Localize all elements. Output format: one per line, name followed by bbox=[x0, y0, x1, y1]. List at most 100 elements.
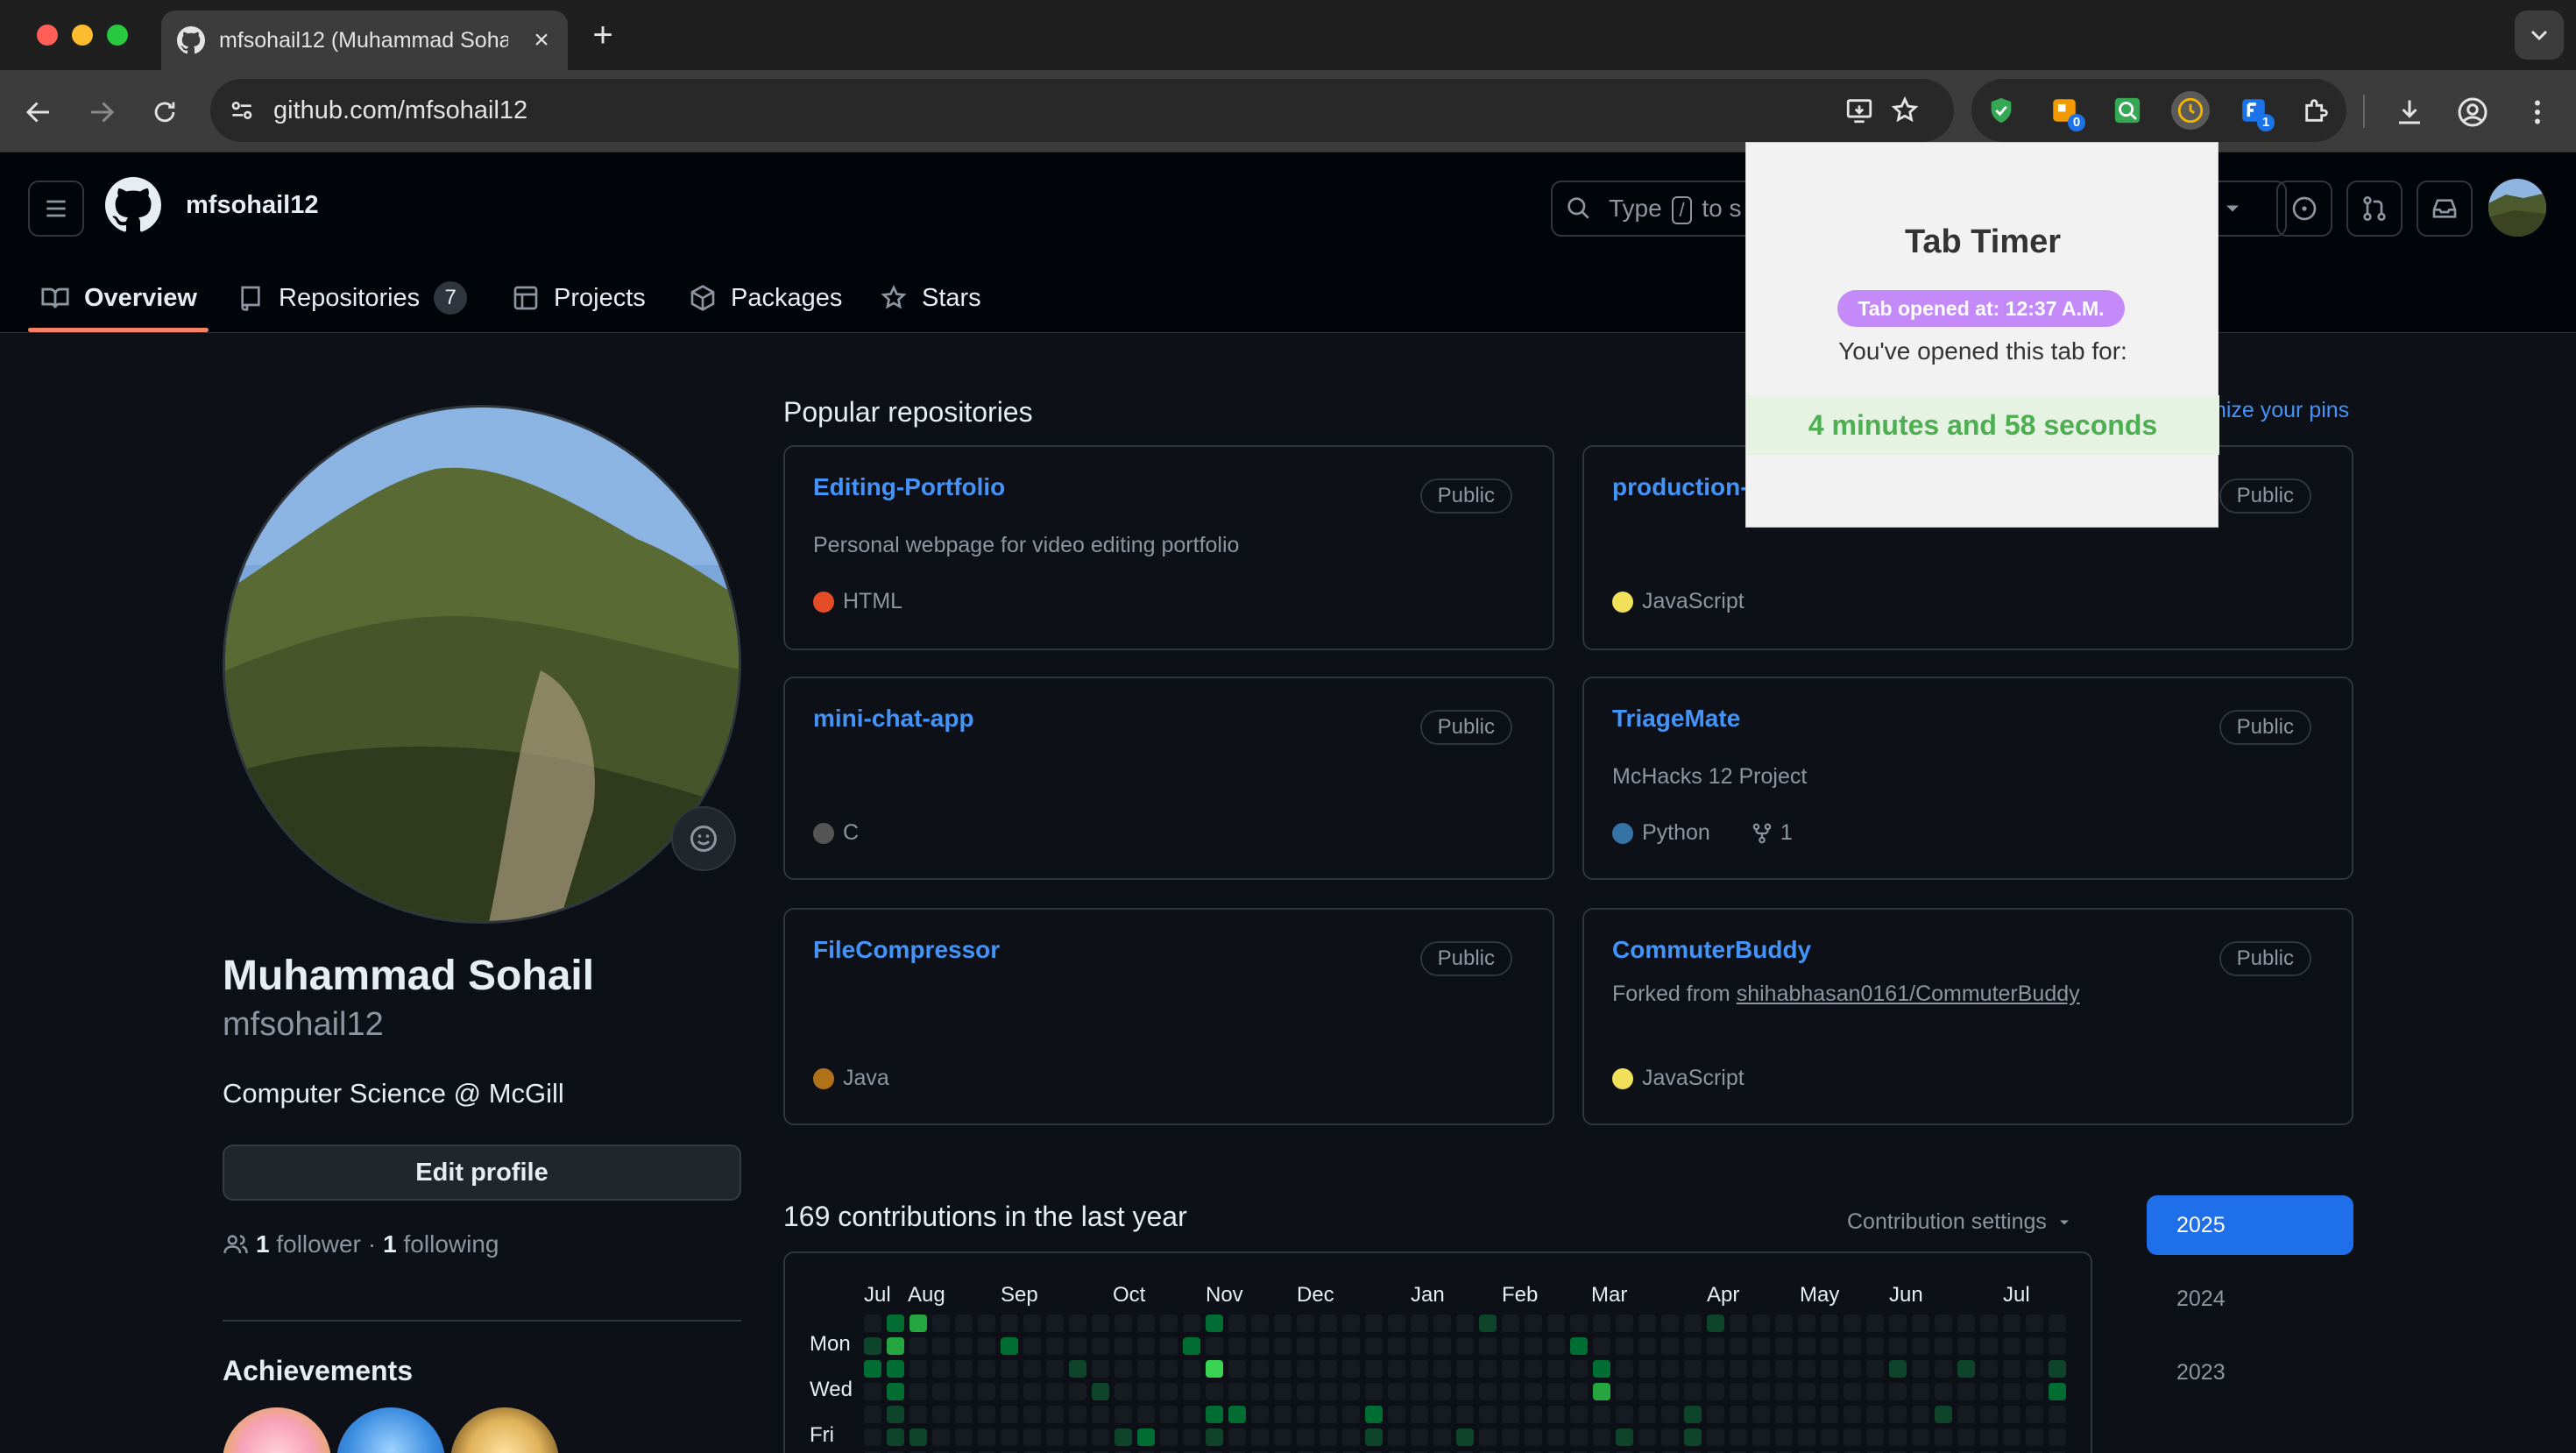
contribution-day-cell[interactable] bbox=[1342, 1428, 1360, 1446]
contribution-day-cell[interactable] bbox=[1342, 1406, 1360, 1423]
contribution-day-cell[interactable] bbox=[1115, 1337, 1132, 1355]
contribution-day-cell[interactable] bbox=[1821, 1406, 1838, 1423]
contribution-day-cell[interactable] bbox=[1798, 1428, 1815, 1446]
contribution-day-cell[interactable] bbox=[1001, 1428, 1018, 1446]
contribution-day-cell[interactable] bbox=[1456, 1337, 1474, 1355]
contribution-day-cell[interactable] bbox=[1935, 1428, 1952, 1446]
contribution-day-cell[interactable] bbox=[1411, 1383, 1428, 1400]
contribution-day-cell[interactable] bbox=[1798, 1406, 1815, 1423]
contribution-day-cell[interactable] bbox=[932, 1337, 950, 1355]
contribution-day-cell[interactable] bbox=[2049, 1406, 2066, 1423]
contribution-day-cell[interactable] bbox=[1251, 1383, 1269, 1400]
contribution-day-cell[interactable] bbox=[1935, 1383, 1952, 1400]
contribution-day-cell[interactable] bbox=[2026, 1337, 2043, 1355]
contribution-day-cell[interactable] bbox=[1479, 1383, 1497, 1400]
contribution-day-cell[interactable] bbox=[1069, 1428, 1086, 1446]
contribution-day-cell[interactable] bbox=[1547, 1360, 1565, 1378]
contribution-day-cell[interactable] bbox=[1525, 1406, 1542, 1423]
contribution-day-cell[interactable] bbox=[978, 1360, 995, 1378]
contribution-day-cell[interactable] bbox=[1616, 1406, 1633, 1423]
contribution-day-cell[interactable] bbox=[1707, 1428, 1724, 1446]
contribution-day-cell[interactable] bbox=[1730, 1315, 1747, 1332]
contribution-day-cell[interactable] bbox=[1525, 1315, 1542, 1332]
contribution-day-cell[interactable] bbox=[1707, 1315, 1724, 1332]
contribution-day-cell[interactable] bbox=[1752, 1406, 1770, 1423]
contribution-day-cell[interactable] bbox=[1388, 1383, 1405, 1400]
contribution-day-cell[interactable] bbox=[1821, 1360, 1838, 1378]
contribution-day-cell[interactable] bbox=[1069, 1383, 1086, 1400]
contribution-day-cell[interactable] bbox=[1206, 1383, 1223, 1400]
contribution-day-cell[interactable] bbox=[1730, 1406, 1747, 1423]
contribution-day-cell[interactable] bbox=[2003, 1360, 2020, 1378]
contribution-day-cell[interactable] bbox=[2003, 1428, 2020, 1446]
contribution-day-cell[interactable] bbox=[1821, 1337, 1838, 1355]
contribution-day-cell[interactable] bbox=[1593, 1383, 1610, 1400]
year-2023-button[interactable]: 2023 bbox=[2147, 1343, 2353, 1402]
contribution-day-cell[interactable] bbox=[1912, 1428, 1929, 1446]
contribution-day-cell[interactable] bbox=[2003, 1337, 2020, 1355]
contribution-day-cell[interactable] bbox=[955, 1360, 973, 1378]
contribution-day-cell[interactable] bbox=[864, 1383, 881, 1400]
contribution-day-cell[interactable] bbox=[1456, 1383, 1474, 1400]
contribution-day-cell[interactable] bbox=[1980, 1383, 1998, 1400]
contribution-day-cell[interactable] bbox=[1935, 1315, 1952, 1332]
contribution-day-cell[interactable] bbox=[2003, 1406, 2020, 1423]
contribution-day-cell[interactable] bbox=[1251, 1360, 1269, 1378]
contribution-day-cell[interactable] bbox=[1297, 1428, 1314, 1446]
contribution-day-cell[interactable] bbox=[1251, 1337, 1269, 1355]
contribution-day-cell[interactable] bbox=[1638, 1360, 1656, 1378]
contribution-day-cell[interactable] bbox=[1388, 1315, 1405, 1332]
contribution-day-cell[interactable] bbox=[1433, 1383, 1451, 1400]
contribution-day-cell[interactable] bbox=[1661, 1406, 1679, 1423]
contribution-day-cell[interactable] bbox=[1638, 1406, 1656, 1423]
contribution-day-cell[interactable] bbox=[1365, 1383, 1383, 1400]
contribution-day-cell[interactable] bbox=[1320, 1406, 1337, 1423]
contribution-day-cell[interactable] bbox=[1023, 1337, 1041, 1355]
contribution-day-cell[interactable] bbox=[1115, 1406, 1132, 1423]
contribution-day-cell[interactable] bbox=[2049, 1315, 2066, 1332]
contribution-day-cell[interactable] bbox=[932, 1406, 950, 1423]
contribution-day-cell[interactable] bbox=[2026, 1428, 2043, 1446]
contribution-day-cell[interactable] bbox=[1798, 1383, 1815, 1400]
contribution-day-cell[interactable] bbox=[1479, 1406, 1497, 1423]
contribution-day-cell[interactable] bbox=[1661, 1315, 1679, 1332]
contribution-day-cell[interactable] bbox=[1001, 1406, 1018, 1423]
contribution-day-cell[interactable] bbox=[1388, 1428, 1405, 1446]
contribution-day-cell[interactable] bbox=[1957, 1337, 1975, 1355]
contribution-day-cell[interactable] bbox=[1274, 1428, 1292, 1446]
contribution-day-cell[interactable] bbox=[1046, 1360, 1064, 1378]
contribution-day-cell[interactable] bbox=[1525, 1337, 1542, 1355]
contribution-day-cell[interactable] bbox=[1638, 1337, 1656, 1355]
contribution-day-cell[interactable] bbox=[2003, 1383, 2020, 1400]
contribution-day-cell[interactable] bbox=[1707, 1406, 1724, 1423]
contribution-day-cell[interactable] bbox=[1798, 1315, 1815, 1332]
contribution-day-cell[interactable] bbox=[2026, 1406, 2043, 1423]
contribution-day-cell[interactable] bbox=[1593, 1337, 1610, 1355]
contribution-day-cell[interactable] bbox=[1479, 1337, 1497, 1355]
contribution-day-cell[interactable] bbox=[887, 1406, 904, 1423]
contribution-day-cell[interactable] bbox=[1023, 1406, 1041, 1423]
contribution-day-cell[interactable] bbox=[1228, 1315, 1246, 1332]
contribution-day-cell[interactable] bbox=[1479, 1315, 1497, 1332]
contribution-day-cell[interactable] bbox=[1160, 1383, 1178, 1400]
contribution-day-cell[interactable] bbox=[1844, 1360, 1861, 1378]
contribution-day-cell[interactable] bbox=[978, 1428, 995, 1446]
contribution-day-cell[interactable] bbox=[955, 1428, 973, 1446]
contribution-day-cell[interactable] bbox=[1912, 1315, 1929, 1332]
contribution-day-cell[interactable] bbox=[1069, 1406, 1086, 1423]
contribution-day-cell[interactable] bbox=[1684, 1337, 1702, 1355]
contribution-day-cell[interactable] bbox=[1456, 1360, 1474, 1378]
contribution-day-cell[interactable] bbox=[1001, 1315, 1018, 1332]
contribution-day-cell[interactable] bbox=[887, 1383, 904, 1400]
contribution-day-cell[interactable] bbox=[1320, 1337, 1337, 1355]
contribution-day-cell[interactable] bbox=[1502, 1383, 1519, 1400]
contribution-day-cell[interactable] bbox=[1707, 1337, 1724, 1355]
contribution-day-cell[interactable] bbox=[1547, 1406, 1565, 1423]
contribution-day-cell[interactable] bbox=[1206, 1360, 1223, 1378]
contribution-day-cell[interactable] bbox=[864, 1406, 881, 1423]
contribution-day-cell[interactable] bbox=[1456, 1406, 1474, 1423]
contribution-day-cell[interactable] bbox=[1889, 1360, 1907, 1378]
contribution-day-cell[interactable] bbox=[1616, 1428, 1633, 1446]
contribution-day-cell[interactable] bbox=[1183, 1428, 1200, 1446]
contribution-day-cell[interactable] bbox=[1092, 1383, 1109, 1400]
